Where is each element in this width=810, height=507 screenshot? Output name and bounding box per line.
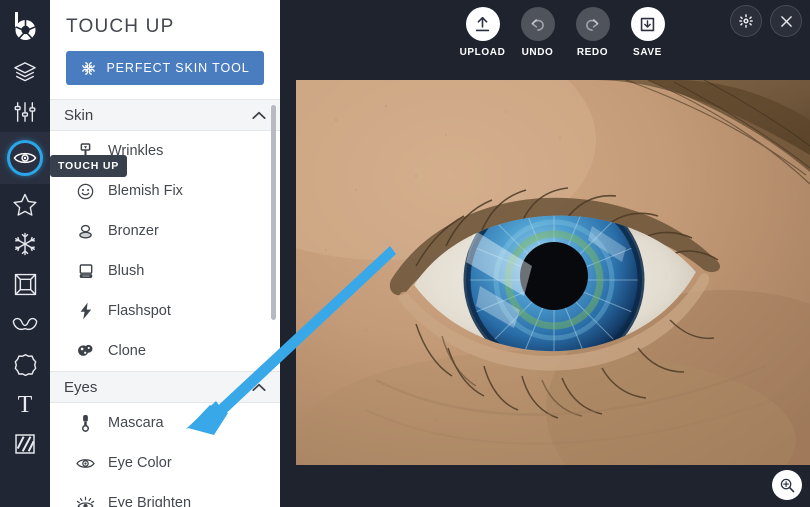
- texture-icon: [15, 434, 35, 454]
- chevron-up-icon: [252, 111, 266, 119]
- mascara-icon: [76, 414, 95, 432]
- bandage-icon: [82, 61, 96, 75]
- section-label-eyes: Eyes: [64, 378, 98, 396]
- photo-image: [296, 80, 810, 465]
- undo-button-circle: [520, 7, 555, 41]
- lightning-icon: [76, 302, 95, 320]
- face-smile-icon: [76, 183, 95, 200]
- snowflake-icon: [15, 232, 35, 256]
- menu-item-label: Blush: [108, 263, 145, 279]
- touchup-panel: TOUCH UP PERFECT SKIN TOOL Skin Wrinkles…: [50, 0, 280, 507]
- toolbar-right-controls: [730, 5, 802, 37]
- app-root: UPLOAD UNDO REDO SAVE TOUCH UP PERFECT S…: [0, 0, 810, 507]
- menu-item-blush[interactable]: Blush: [50, 251, 280, 291]
- sidebar-item-layers[interactable]: [0, 52, 50, 92]
- sidebar-item-effects[interactable]: [0, 184, 50, 224]
- sidebar-item-text[interactable]: T: [0, 384, 50, 424]
- close-button[interactable]: [770, 5, 802, 37]
- menu-item-label: Flashspot: [108, 303, 171, 319]
- gear-icon: [739, 14, 753, 28]
- settings-button[interactable]: [730, 5, 762, 37]
- close-x-icon: [780, 15, 792, 27]
- menu-item-flashspot[interactable]: Flashspot: [50, 291, 280, 331]
- save-button-circle: [630, 7, 665, 41]
- menu-item-clone[interactable]: Clone: [50, 331, 280, 371]
- menu-item-label: Clone: [108, 343, 146, 359]
- perfect-skin-tool-wrap: PERFECT SKIN TOOL: [50, 38, 280, 99]
- waves-icon: [12, 317, 38, 331]
- blush-icon: [76, 263, 95, 280]
- svg-text:T: T: [18, 392, 33, 416]
- layers-icon: [14, 62, 36, 82]
- upload-arrow-icon: [475, 16, 490, 31]
- zoom-in-button[interactable]: [772, 470, 802, 500]
- menu-item-label: Eye Color: [108, 455, 172, 471]
- menu-item-label: Mascara: [108, 415, 164, 431]
- photo-canvas[interactable]: [280, 0, 810, 507]
- eye-outline-icon: [76, 457, 95, 470]
- redo-button[interactable]: REDO: [570, 7, 615, 58]
- sidebar-item-frames[interactable]: [0, 264, 50, 304]
- section-header-skin[interactable]: Skin: [50, 99, 280, 131]
- redo-arrow-icon: [586, 18, 599, 31]
- star-icon: [13, 193, 37, 216]
- section-header-eyes[interactable]: Eyes: [50, 371, 280, 403]
- menu-item-label: Bronzer: [108, 223, 159, 239]
- menu-item-label: Eye Brighten: [108, 495, 192, 507]
- brightness-icon: [76, 496, 95, 507]
- redo-button-label: REDO: [576, 47, 609, 58]
- frame-icon: [14, 273, 36, 295]
- menu-item-eye-brighten[interactable]: Eye Brighten: [50, 483, 280, 507]
- aperture-logo-icon: [15, 12, 36, 40]
- magnifier-plus-icon: [780, 478, 794, 492]
- chevron-up-icon: [252, 383, 266, 391]
- undo-button-label: UNDO: [521, 47, 554, 58]
- clone-stamp-icon: [76, 343, 95, 359]
- upload-button[interactable]: UPLOAD: [460, 7, 505, 58]
- upload-button-circle: [465, 7, 500, 41]
- badge-icon: [14, 353, 36, 376]
- section-label-skin: Skin: [64, 106, 94, 124]
- menu-item-label: Blemish Fix: [108, 183, 183, 199]
- sidebar-item-logo[interactable]: [0, 4, 50, 52]
- save-download-icon: [640, 17, 655, 31]
- sidebar-item-textures[interactable]: [0, 424, 50, 464]
- sliders-icon: [14, 102, 36, 122]
- menu-item-eye-color[interactable]: Eye Color: [50, 443, 280, 483]
- upload-button-label: UPLOAD: [459, 47, 506, 58]
- sidebar-item-graphics[interactable]: [0, 344, 50, 384]
- page-title: TOUCH UP: [66, 16, 175, 37]
- redo-button-circle: [575, 7, 610, 41]
- undo-button[interactable]: UNDO: [515, 7, 560, 58]
- text-t-icon: T: [18, 392, 33, 416]
- save-button-label: SAVE: [633, 47, 662, 58]
- left-icon-rail: T: [0, 0, 50, 507]
- sidebar-item-edit[interactable]: [0, 92, 50, 132]
- bronzer-icon: [76, 223, 95, 240]
- top-toolbar: UPLOAD UNDO REDO SAVE: [280, 0, 810, 72]
- save-button[interactable]: SAVE: [625, 7, 670, 58]
- toolbar-actions: UPLOAD UNDO REDO SAVE: [460, 7, 670, 58]
- touchup-tooltip: TOUCH UP: [50, 155, 128, 177]
- sidebar-item-artsy[interactable]: [0, 224, 50, 264]
- menu-item-bronzer[interactable]: Bronzer: [50, 211, 280, 251]
- menu-item-mascara[interactable]: Mascara: [50, 403, 280, 443]
- panel-scrollbar[interactable]: [271, 105, 276, 320]
- perfect-skin-tool-label: PERFECT SKIN TOOL: [106, 61, 250, 75]
- menu-item-blemish-fix[interactable]: Blemish Fix: [50, 171, 280, 211]
- eye-icon: [13, 152, 37, 164]
- undo-arrow-icon: [531, 18, 544, 31]
- perfect-skin-tool-button[interactable]: PERFECT SKIN TOOL: [66, 51, 264, 85]
- sidebar-item-touchup[interactable]: [0, 132, 50, 184]
- sidebar-item-overlays[interactable]: [0, 304, 50, 344]
